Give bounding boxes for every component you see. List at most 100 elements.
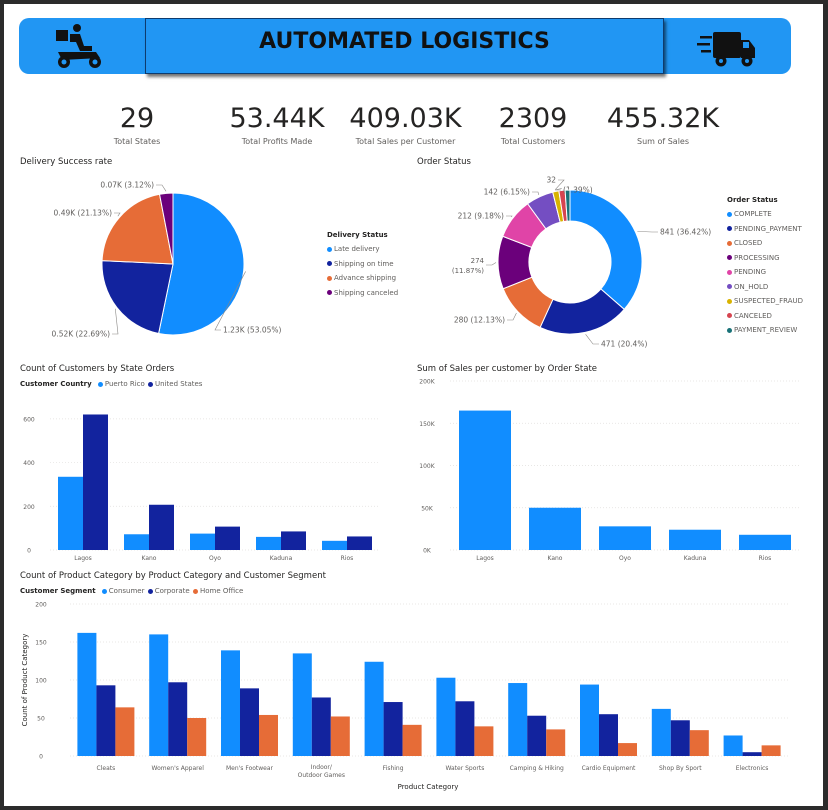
bar — [669, 529, 721, 550]
data-label: 0.49K (21.13%) — [54, 209, 113, 218]
data-label: 1.23K (53.05%) — [223, 326, 282, 335]
y-tick-label: 100 — [35, 678, 47, 685]
bar — [347, 536, 372, 550]
leader-line — [486, 262, 497, 266]
leader-line — [114, 212, 121, 217]
bar — [529, 507, 581, 550]
data-label: 471 (20.4%) — [601, 340, 647, 349]
data-label: 280 (12.13%) — [454, 316, 505, 325]
y-tick-label: 100K — [419, 463, 435, 470]
y-tick-label: 0 — [39, 754, 43, 761]
y-tick-label: 200 — [23, 504, 35, 511]
x-tick-label: Lagos — [74, 555, 92, 562]
leader-line — [506, 215, 513, 218]
y-tick-label: 400 — [23, 460, 35, 467]
x-tick-label: Fishing — [383, 765, 404, 772]
bar — [292, 653, 312, 756]
bar — [96, 685, 116, 756]
y-tick-label: 200 — [35, 602, 47, 609]
bar — [436, 677, 456, 756]
x-tick-label: Rios — [341, 555, 354, 562]
x-tick-label: Kaduna — [270, 555, 293, 562]
bar — [546, 729, 566, 756]
y-tick-label: 200K — [419, 379, 435, 386]
bar — [115, 707, 135, 756]
bar — [215, 526, 240, 550]
x-tick-label: Electronics — [736, 765, 769, 772]
x-tick-label: Women's Apparel — [152, 765, 205, 772]
bar — [259, 714, 278, 756]
bar — [77, 632, 97, 756]
bar — [508, 683, 528, 756]
bar — [364, 661, 384, 756]
bar — [761, 745, 781, 756]
y-tick-label: 150 — [35, 640, 47, 647]
bar — [402, 724, 422, 756]
data-label: 841 (36.42%) — [660, 228, 711, 237]
leader-line — [585, 334, 599, 345]
bar — [256, 536, 281, 550]
bar — [311, 697, 331, 756]
data-label: 32 — [546, 176, 556, 185]
bar — [149, 504, 174, 550]
x-tick-label: Kano — [142, 555, 157, 562]
x-tick-label: Water Sports — [445, 765, 484, 772]
bar — [124, 534, 149, 550]
bar — [689, 730, 709, 756]
x-tick-label: Cleats — [97, 765, 116, 772]
bar — [742, 752, 762, 756]
x-tick-label: Oyo — [209, 555, 221, 562]
x-tick-label: Kaduna — [684, 555, 707, 562]
donut-slice — [569, 189, 643, 311]
bar — [240, 688, 259, 756]
bar — [455, 701, 475, 756]
bar — [168, 682, 188, 756]
leader-line — [507, 312, 517, 321]
y-tick-label: 50 — [37, 716, 45, 723]
data-label: 274 — [471, 257, 485, 265]
x-tick-label: Kano — [548, 555, 563, 562]
data-label: 212 (9.18%) — [458, 212, 504, 221]
bar — [618, 743, 637, 756]
bar — [670, 720, 690, 756]
bar — [739, 534, 791, 550]
bar — [383, 702, 403, 756]
bar — [190, 533, 215, 550]
leader-line — [532, 191, 540, 195]
leader-line — [156, 184, 167, 192]
data-label: 0.52K (22.69%) — [52, 330, 111, 339]
x-tick-label: Shop By Sport — [659, 765, 702, 772]
bar — [527, 715, 547, 756]
bar — [187, 718, 207, 756]
bar — [580, 684, 599, 756]
charts-layer: 1.23K (53.05%) 0.52K (22.69%) 0.49K (21.13… — [21, 176, 800, 791]
x-axis-title: Product Category — [398, 783, 459, 791]
x-tick-label: Men's Footwear — [226, 765, 274, 772]
y-tick-label: 600 — [23, 416, 35, 423]
bar — [723, 735, 743, 756]
bar — [281, 531, 306, 550]
bar — [459, 410, 511, 550]
bar — [651, 708, 671, 756]
data-label: 0.07K (3.12%) — [100, 181, 154, 190]
bar — [599, 526, 651, 550]
x-tick-label: Camping & Hiking — [510, 765, 564, 772]
x-tick-label: Lagos — [476, 555, 494, 562]
x-tick-label: Rios — [759, 555, 772, 562]
data-label: (11.87%) — [452, 267, 484, 275]
bar — [149, 634, 169, 756]
bar — [599, 714, 618, 756]
y-tick-label: 0K — [423, 548, 432, 555]
x-tick-label: Oyo — [619, 555, 631, 562]
y-axis-title: Count of Product Category — [21, 634, 29, 727]
x-tick-label: Indoor/ — [311, 764, 333, 771]
leader-line — [637, 231, 658, 233]
y-tick-label: 50K — [421, 505, 434, 512]
y-tick-label: 0 — [27, 548, 31, 555]
leader-line — [112, 308, 119, 335]
x-tick-label: Cardio Equipment — [582, 765, 636, 772]
data-label: 142 (6.15%) — [484, 188, 530, 197]
bar — [83, 414, 108, 550]
bar — [330, 716, 350, 756]
y-tick-label: 150K — [419, 421, 435, 428]
